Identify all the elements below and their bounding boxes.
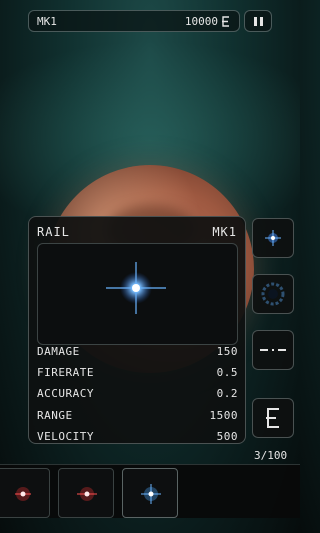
stat-value: 1500 — [209, 408, 238, 422]
stat-label: ACCURACY — [37, 387, 94, 401]
stat-label: RANGE — [37, 408, 73, 422]
stat-value: 500 — [216, 429, 238, 443]
red-spark-icon — [15, 487, 31, 501]
panel-header: RAIL MK1 — [37, 225, 237, 239]
weapon-slot-1[interactable] — [0, 468, 50, 518]
euro-icon — [266, 408, 279, 428]
stat-firerate: FIRERATE 0.5 — [37, 362, 238, 383]
stat-label: VELOCITY — [37, 429, 94, 443]
weapon-name: RAIL — [37, 225, 70, 239]
stat-value: 150 — [216, 345, 238, 359]
spark-icon — [265, 230, 281, 246]
stat-damage: DAMAGE 150 — [37, 341, 238, 362]
stat-velocity: VELOCITY 500 — [37, 426, 238, 447]
weapon-slot-3[interactable] — [122, 468, 178, 518]
weapon-level: MK1 — [212, 225, 237, 239]
buy-button[interactable] — [252, 398, 294, 438]
weapon-type-beam-button[interactable] — [252, 330, 294, 370]
credits: 10000 — [185, 15, 231, 28]
weapon-type-spark-button[interactable] — [252, 218, 294, 258]
ship-count: 3/100 — [254, 449, 288, 462]
ship-name: MK1 — [37, 14, 57, 28]
top-status-bar: MK1 10000 — [28, 10, 240, 32]
stat-accuracy: ACCURACY 0.2 — [37, 383, 238, 404]
weapon-info-panel: RAIL MK1 DAMAGE 150 FIRERATE 0.5 ACCURAC… — [28, 216, 246, 444]
weapon-stats: DAMAGE 150 FIRERATE 0.5 ACCURACY 0.2 RAN… — [37, 341, 238, 447]
dash-icon — [260, 349, 286, 351]
credits-value: 10000 — [184, 14, 218, 28]
vortex-icon — [261, 282, 285, 306]
stat-value: 0.5 — [216, 366, 238, 380]
stat-range: RANGE 1500 — [37, 405, 238, 426]
weapon-type-vortex-button[interactable] — [252, 274, 294, 314]
euro-icon — [222, 15, 229, 27]
blue-spark-icon — [141, 484, 161, 504]
rail-projectile-icon — [106, 262, 166, 314]
stat-label: FIRERATE — [37, 366, 94, 380]
weapon-slot-2[interactable] — [58, 468, 114, 518]
pause-button[interactable] — [244, 10, 272, 32]
pause-icon — [253, 16, 257, 26]
stat-value: 0.2 — [216, 387, 238, 401]
stat-label: DAMAGE — [37, 345, 80, 359]
red-spark-icon — [77, 487, 97, 501]
